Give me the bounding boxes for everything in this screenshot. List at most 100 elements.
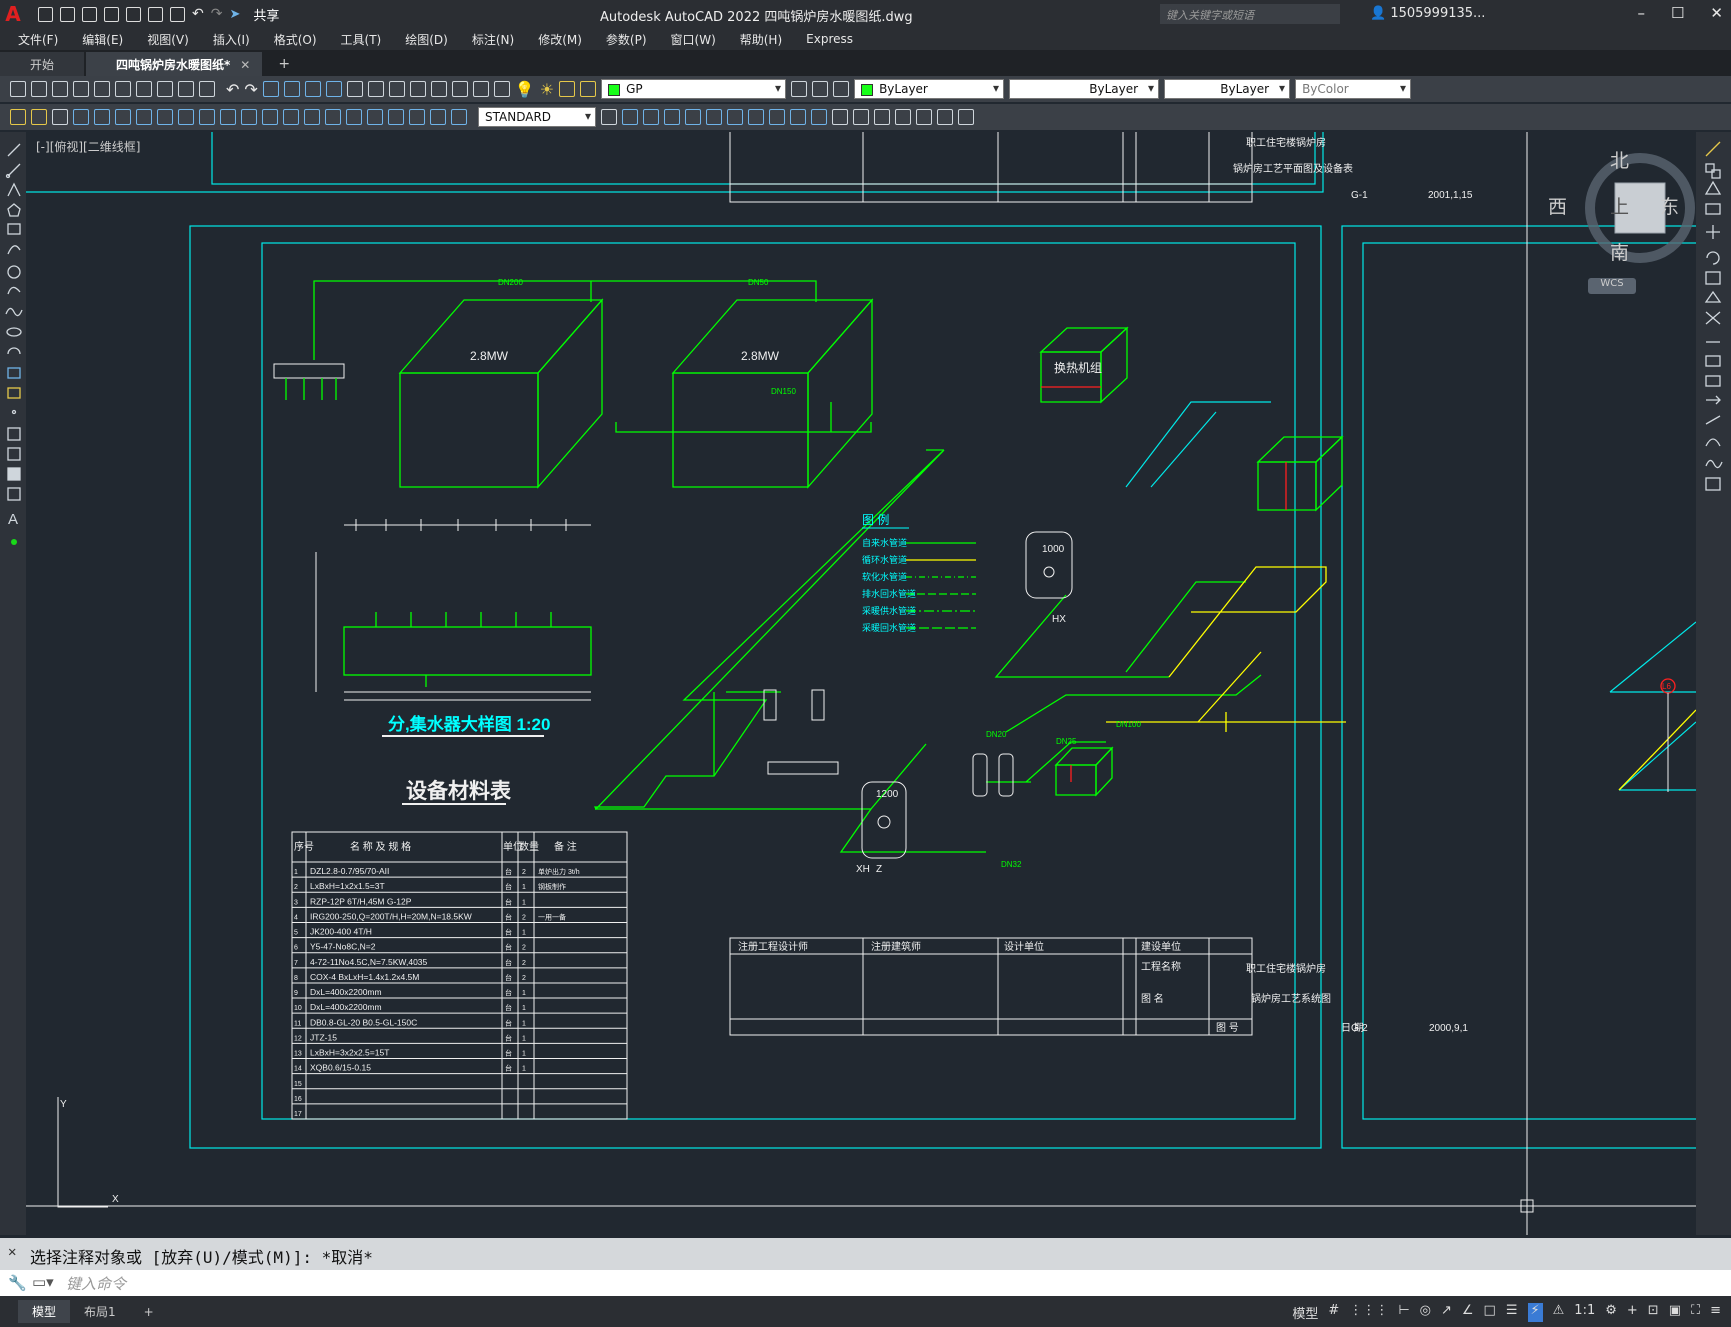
dim-text-edit-icon[interactable] — [451, 109, 467, 125]
menu-modify[interactable]: 修改(M) — [538, 31, 582, 48]
close-button[interactable]: ✕ — [1710, 4, 1723, 22]
preview-icon[interactable] — [94, 81, 110, 97]
linear-dim-icon[interactable] — [73, 109, 89, 125]
save-as-icon[interactable] — [104, 6, 119, 22]
paste-icon[interactable] — [178, 81, 194, 97]
plot-icon[interactable] — [170, 6, 185, 22]
quick-dim-icon[interactable] — [241, 109, 257, 125]
tool-palette-icon[interactable] — [388, 81, 405, 97]
properties-icon[interactable] — [346, 81, 363, 97]
scale-value[interactable]: 1:1 — [1574, 1303, 1595, 1322]
angular-dim-icon[interactable] — [220, 109, 236, 125]
polar-icon[interactable]: ◎ — [1420, 1303, 1431, 1322]
menu-dimension[interactable]: 标注(N) — [472, 31, 514, 48]
dimstyle-dropdown[interactable]: STANDARD — [478, 107, 596, 127]
material-icon[interactable] — [895, 109, 911, 125]
model-space-button[interactable]: 模型 — [1292, 1303, 1318, 1322]
continue-dim-icon[interactable] — [283, 109, 299, 125]
recent-commands-icon[interactable]: ▭▾ — [32, 1273, 54, 1291]
gear-icon[interactable]: ⚙ — [1605, 1303, 1617, 1322]
markup-icon[interactable] — [430, 81, 447, 97]
design-center-icon[interactable] — [367, 81, 384, 97]
layer-dropdown[interactable]: GP — [601, 79, 787, 99]
make-current-icon[interactable] — [791, 81, 808, 97]
redo-icon[interactable]: ↷ — [244, 80, 257, 99]
autocad-logo-icon[interactable]: A — [0, 0, 26, 28]
open-web-icon[interactable] — [126, 6, 141, 22]
otrack-icon[interactable]: □ — [1484, 1303, 1496, 1322]
view-3d-icon[interactable] — [622, 109, 638, 125]
camera-icon[interactable] — [937, 109, 953, 125]
view-se-icon[interactable] — [769, 109, 785, 125]
save-icon[interactable] — [82, 6, 97, 22]
menu-file[interactable]: 文件(F) — [18, 31, 58, 48]
viewcube-top[interactable]: 上 — [1610, 192, 1629, 219]
pan-icon[interactable] — [262, 81, 279, 97]
viewcube-south[interactable]: 南 — [1610, 238, 1629, 265]
view-right-icon[interactable] — [706, 109, 722, 125]
modify-tool-icons[interactable] — [1696, 132, 1731, 552]
menu-format[interactable]: 格式(O) — [274, 31, 317, 48]
view-top-icon[interactable] — [664, 109, 680, 125]
open-icon[interactable] — [31, 81, 47, 97]
add-layout-button[interactable]: + — [130, 1302, 168, 1322]
view-front-icon[interactable] — [643, 109, 659, 125]
layer-state-icon[interactable] — [833, 81, 850, 97]
publish-icon[interactable] — [115, 81, 131, 97]
dimstyle-manager-icon[interactable] — [601, 109, 617, 125]
color-dropdown[interactable]: ByLayer — [854, 79, 1005, 99]
menu-help[interactable]: 帮助(H) — [740, 31, 782, 48]
jogged-dim-icon[interactable] — [178, 109, 194, 125]
hardware-accel-icon[interactable]: ▣ — [1669, 1303, 1681, 1322]
dim-break-icon[interactable] — [325, 109, 341, 125]
save-web-icon[interactable] — [148, 6, 163, 22]
maximize-button[interactable]: ☐ — [1671, 4, 1684, 22]
sun-icon[interactable]: ☀ — [540, 80, 554, 99]
cut-icon[interactable] — [136, 81, 152, 97]
annotation-icon[interactable]: ⚡ — [1527, 1303, 1543, 1322]
tab-layout1[interactable]: 布局1 — [70, 1300, 130, 1323]
fullscreen-icon[interactable]: ⛶ — [1691, 1303, 1700, 1322]
grid-icon[interactable]: # — [1328, 1303, 1339, 1322]
aligned-dim-icon[interactable] — [94, 109, 110, 125]
layer-previous-icon[interactable] — [812, 81, 829, 97]
diameter-dim-icon[interactable] — [199, 109, 215, 125]
tab-model[interactable]: 模型 — [18, 1300, 71, 1323]
customize-icon[interactable]: ≡ — [1710, 1303, 1721, 1322]
help-icon[interactable] — [472, 81, 489, 97]
ordinate-dim-icon[interactable] — [136, 109, 152, 125]
menu-parametric[interactable]: 参数(P) — [606, 31, 647, 48]
radius-dim-icon[interactable] — [157, 109, 173, 125]
visual-style-icon[interactable] — [832, 109, 848, 125]
dim-edit-icon[interactable] — [430, 109, 446, 125]
new-tab-button[interactable]: + — [264, 52, 304, 76]
save-icon[interactable] — [52, 81, 68, 97]
viewcube-west[interactable]: 西 — [1548, 192, 1567, 219]
view-nw-icon[interactable] — [811, 109, 827, 125]
wrench-icon[interactable]: 🔧 — [8, 1274, 27, 1292]
print-icon[interactable] — [73, 81, 89, 97]
inspection-icon[interactable] — [388, 109, 404, 125]
undo-icon[interactable]: ↶ — [192, 6, 204, 22]
menu-tools[interactable]: 工具(T) — [341, 31, 382, 48]
redo-icon[interactable]: ↷ — [211, 6, 223, 22]
viewcube-east[interactable]: 东 — [1660, 192, 1679, 219]
dim-space-icon[interactable] — [304, 109, 320, 125]
view-left-icon[interactable] — [685, 109, 701, 125]
viewcube-north[interactable]: 北 — [1610, 146, 1629, 173]
walk-icon[interactable] — [958, 109, 974, 125]
plotstyle-dropdown[interactable]: ByColor — [1295, 79, 1412, 99]
tolerance-icon[interactable] — [346, 109, 362, 125]
shade-icon[interactable] — [853, 109, 869, 125]
menu-view[interactable]: 视图(V) — [147, 31, 189, 48]
lock-icon[interactable] — [580, 81, 597, 97]
copy-icon[interactable] — [157, 81, 173, 97]
sheet-set-icon[interactable] — [409, 81, 426, 97]
menu-draw[interactable]: 绘图(D) — [405, 31, 448, 48]
wcs-menu[interactable]: WCS — [1588, 278, 1636, 294]
center-mark-icon[interactable] — [367, 109, 383, 125]
share-button[interactable]: 共享 — [253, 5, 279, 24]
undo-icon[interactable]: ↶ — [226, 80, 239, 99]
menu-edit[interactable]: 编辑(E) — [82, 31, 123, 48]
qnew-icon[interactable] — [10, 81, 26, 97]
